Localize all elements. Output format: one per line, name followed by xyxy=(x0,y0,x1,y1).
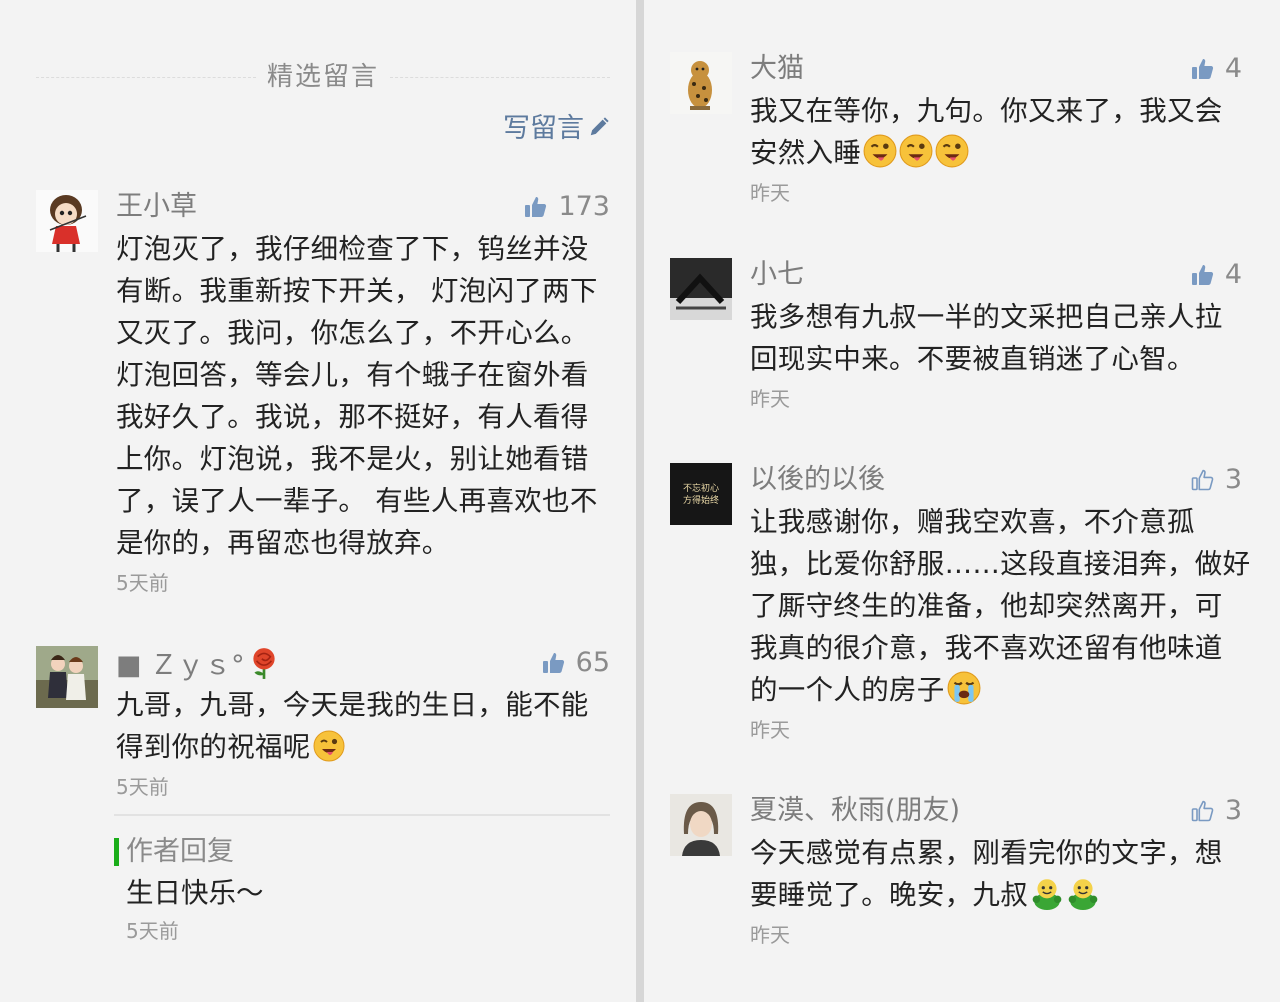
comment-text: 我又在等你，九句。你又来了，我又会 安然入睡 xyxy=(750,90,1242,174)
comment-line: 回现实中来。不要被直销迷了心智。 xyxy=(750,343,1195,375)
thumbs-up-outline-icon xyxy=(1191,468,1215,492)
avatar[interactable] xyxy=(670,794,732,856)
commenter-name[interactable]: 以後的以後 xyxy=(750,463,1242,497)
comment-text: 灯泡灭了，我仔细检查了下，钨丝并没 有断。我重新按下开关， 灯泡闪了两下 又灭了… xyxy=(116,228,610,564)
comment-line: 让我感谢你，赠我空欢喜，不介意孤 xyxy=(750,506,1195,538)
like-count: 173 xyxy=(558,191,610,222)
like-button[interactable]: 4 xyxy=(1191,52,1242,86)
comment-line-text: 的一个人的房子 xyxy=(750,674,945,706)
comment-line: 要睡觉了。晚安，九叔 xyxy=(750,874,1242,916)
comment-line: 今天感觉有点累，刚看完你的文字，想 xyxy=(750,837,1223,869)
thumbs-up-filled-icon xyxy=(1191,263,1215,287)
comment-time: 昨天 xyxy=(750,387,790,411)
reply-time: 5天前 xyxy=(126,919,179,943)
like-count: 3 xyxy=(1224,795,1242,826)
comment-time: 昨天 xyxy=(750,181,790,205)
avatar-text-line: 不忘初心 xyxy=(683,482,719,494)
comment-line: 的一个人的房子 xyxy=(750,669,1242,711)
comment-time: 昨天 xyxy=(750,923,790,947)
write-comment-label: 写留言 xyxy=(503,113,584,144)
thumbs-up-filled-icon xyxy=(542,651,566,675)
like-button[interactable]: 4 xyxy=(1191,258,1242,292)
comment-text: 让我感谢你，赠我空欢喜，不介意孤 独，比爱你舒服……这段直接泪奔，做好 了厮守终… xyxy=(750,501,1251,711)
write-comment-button[interactable]: 写留言 xyxy=(503,106,610,145)
commenter-name[interactable]: 夏漠、秋雨(朋友) xyxy=(750,794,1242,828)
commenter-name[interactable]: 大猫 xyxy=(750,52,1242,86)
comment-line: 灯泡回答，等会儿，有个蛾子在窗外看 xyxy=(116,359,589,391)
comment-line-text: 要睡觉了。晚安，九叔 xyxy=(750,879,1028,911)
wink-tongue-emoji-icon xyxy=(863,134,897,168)
comment-line-text: 安然入睡 xyxy=(750,137,862,169)
like-button[interactable]: 173 xyxy=(524,190,610,224)
like-count: 4 xyxy=(1224,259,1242,290)
comment-line: 得到你的祝福呢 xyxy=(116,726,610,768)
pencil-icon xyxy=(588,114,610,145)
comment-line: 我多想有九叔一半的文采把自己亲人拉 xyxy=(750,301,1223,333)
avatar[interactable] xyxy=(670,52,732,114)
right-panel: 大猫 4 我又在等你，九句。你又来了，我又会 安然入睡 昨天 小七 4 我多想有… xyxy=(644,0,1280,1002)
comment-text: 今天感觉有点累，刚看完你的文字，想 要睡觉了。晚安，九叔 xyxy=(750,832,1242,916)
comment-line: 我好久了。我说，那不挺好，有人看得 xyxy=(116,401,589,433)
comment-line-text: 得到你的祝福呢 xyxy=(116,731,311,763)
comment-line: 独，比爱你舒服……这段直接泪奔，做好 xyxy=(750,548,1251,580)
like-button[interactable]: 3 xyxy=(1191,794,1242,828)
comment-time: 5天前 xyxy=(116,571,169,595)
comment-line: 了，误了人一辈子。 有些人再喜欢也不 xyxy=(116,485,598,517)
wink-tongue-emoji-icon xyxy=(899,134,933,168)
crying-emoji-icon xyxy=(947,671,981,705)
frog-emoji-icon xyxy=(1030,876,1064,910)
like-count: 3 xyxy=(1224,464,1242,495)
comment-text: 我多想有九叔一半的文采把自己亲人拉 回现实中来。不要被直销迷了心智。 xyxy=(750,296,1242,380)
reply-label: 作者回复 xyxy=(126,836,234,867)
reply-divider xyxy=(114,814,610,816)
comment-line: 灯泡灭了，我仔细检查了下，钨丝并没 xyxy=(116,233,589,265)
avatar[interactable] xyxy=(36,646,98,708)
wink-tongue-emoji-icon xyxy=(313,730,345,762)
thumbs-up-filled-icon xyxy=(1191,57,1215,81)
comment-line: 我又在等你，九句。你又来了，我又会 xyxy=(750,95,1223,127)
commenter-name[interactable]: ■ Ｚｙｓ° xyxy=(116,646,610,681)
thumbs-up-outline-icon xyxy=(1191,799,1215,823)
comment-line: 了厮守终生的准备，他却突然离开，可 xyxy=(750,590,1223,622)
comment-time: 昨天 xyxy=(750,718,790,742)
avatar[interactable]: 不忘初心 方得始终 xyxy=(670,463,732,525)
avatar-text-line: 方得始终 xyxy=(683,494,719,506)
comment-line: 有断。我重新按下开关， 灯泡闪了两下 xyxy=(116,275,598,307)
comment-line: 我真的很介意，我不喜欢还留有他味道 xyxy=(750,632,1223,664)
commenter-name[interactable]: 小七 xyxy=(750,258,1242,292)
comment-line: 上你。灯泡说，我不是火，别让她看错 xyxy=(116,443,589,475)
frog-emoji-icon xyxy=(1066,876,1100,910)
section-title: 精选留言 xyxy=(266,62,379,92)
comment-line: 安然入睡 xyxy=(750,132,1242,174)
comment-line: 九哥，九哥，今天是我的生日，能不能 xyxy=(116,689,589,721)
thumbs-up-filled-icon xyxy=(524,195,548,219)
reply-accent-bar xyxy=(114,838,119,866)
comment-line: 又灭了。我问，你怎么了，不开心么。 xyxy=(116,317,589,349)
comment-text: 九哥，九哥，今天是我的生日，能不能 得到你的祝福呢 xyxy=(116,684,610,768)
avatar[interactable] xyxy=(36,190,98,252)
like-count: 65 xyxy=(575,647,610,678)
like-button[interactable]: 65 xyxy=(542,646,610,680)
like-count: 4 xyxy=(1224,53,1242,84)
section-header: 精选留言 xyxy=(36,56,610,96)
wink-tongue-emoji-icon xyxy=(935,134,969,168)
like-button[interactable]: 3 xyxy=(1191,463,1242,497)
comment-time: 5天前 xyxy=(116,775,169,799)
avatar[interactable] xyxy=(670,258,732,320)
comment-line: 是你的，再留恋也得放弃。 xyxy=(116,527,450,559)
header-divider-right xyxy=(390,77,610,78)
left-panel: 精选留言 写留言 王小草 173 灯泡灭了，我仔细检查了下，钨丝并没 有断。我重… xyxy=(0,0,636,1002)
avatar-image: 不忘初心 方得始终 xyxy=(670,463,732,525)
commenter-name-text: ■ Ｚｙｓ° xyxy=(116,650,245,681)
rose-icon xyxy=(247,646,281,680)
reply-text: 生日快乐～ xyxy=(126,877,264,909)
